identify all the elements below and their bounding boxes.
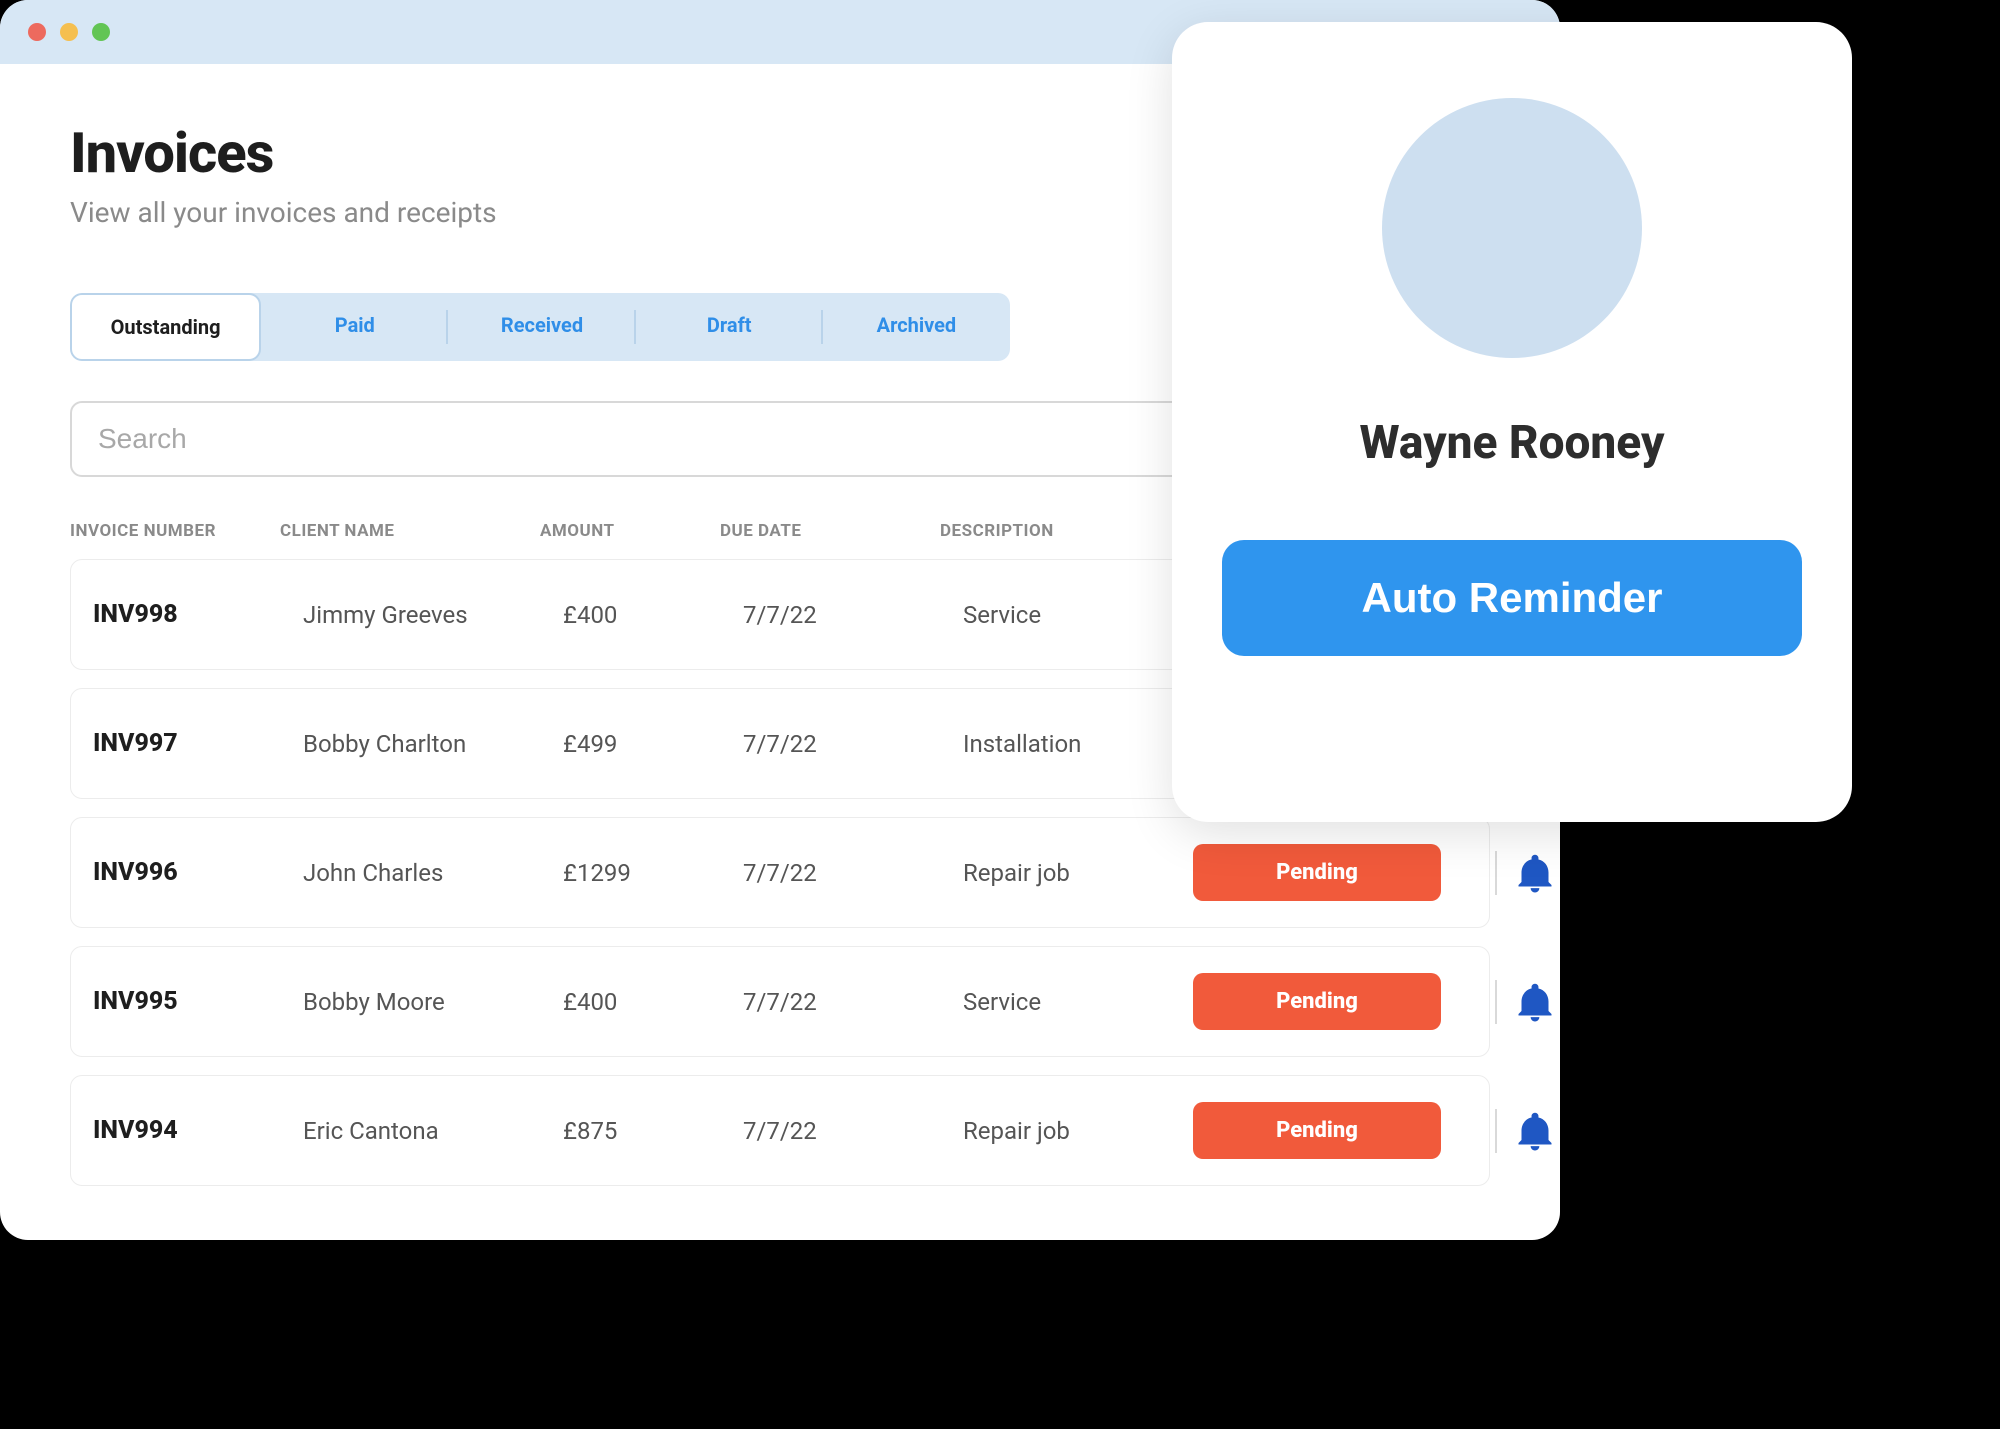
tab-outstanding[interactable]: Outstanding [70, 293, 261, 361]
description: Service [963, 601, 1193, 629]
bell-icon[interactable] [1517, 1111, 1553, 1151]
client-name: Eric Cantona [303, 1117, 563, 1145]
description: Service [963, 988, 1193, 1016]
status-badge[interactable]: Pending [1193, 1102, 1441, 1159]
client-name: Bobby Charlton [303, 730, 563, 758]
due-date: 7/7/22 [743, 1117, 963, 1145]
invoice-number: INV996 [93, 858, 303, 887]
client-name: John Charles [303, 859, 563, 887]
window-minimize-button[interactable] [60, 23, 78, 41]
description: Installation [963, 730, 1193, 758]
profile-card: Wayne Rooney Auto Reminder [1172, 22, 1852, 822]
tabs-container: Outstanding Paid Received Draft Archived [70, 293, 1010, 361]
tab-received[interactable]: Received [448, 293, 635, 361]
window-maximize-button[interactable] [92, 23, 110, 41]
divider [1495, 851, 1497, 895]
due-date: 7/7/22 [743, 859, 963, 887]
description: Repair job [963, 1117, 1193, 1145]
bell-icon[interactable] [1517, 853, 1553, 893]
amount: £499 [563, 730, 743, 758]
status-badge[interactable]: Pending [1193, 844, 1441, 901]
col-due-date: DUE DATE [720, 521, 940, 541]
tab-paid[interactable]: Paid [261, 293, 448, 361]
divider [1495, 980, 1497, 1024]
table-row[interactable]: INV996 John Charles £1299 7/7/22 Repair … [70, 817, 1490, 928]
divider [1495, 1109, 1497, 1153]
col-invoice-number: INVOICE NUMBER [70, 521, 280, 541]
avatar [1382, 98, 1642, 358]
invoice-number: INV994 [93, 1116, 303, 1145]
description: Repair job [963, 859, 1193, 887]
window-close-button[interactable] [28, 23, 46, 41]
invoice-number: INV995 [93, 987, 303, 1016]
client-name: Jimmy Greeves [303, 601, 563, 629]
table-row[interactable]: INV995 Bobby Moore £400 7/7/22 Service P… [70, 946, 1490, 1057]
status-badge[interactable]: Pending [1193, 973, 1441, 1030]
amount: £875 [563, 1117, 743, 1145]
auto-reminder-button[interactable]: Auto Reminder [1222, 540, 1802, 656]
col-client-name: CLIENT NAME [280, 521, 540, 541]
invoice-number: INV998 [93, 600, 303, 629]
due-date: 7/7/22 [743, 988, 963, 1016]
amount: £1299 [563, 859, 743, 887]
due-date: 7/7/22 [743, 730, 963, 758]
tab-archived[interactable]: Archived [823, 293, 1010, 361]
amount: £400 [563, 601, 743, 629]
profile-name: Wayne Rooney [1360, 416, 1665, 470]
table-row[interactable]: INV994 Eric Cantona £875 7/7/22 Repair j… [70, 1075, 1490, 1186]
invoice-number: INV997 [93, 729, 303, 758]
tab-draft[interactable]: Draft [636, 293, 823, 361]
amount: £400 [563, 988, 743, 1016]
col-description: DESCRIPTION [940, 521, 1170, 541]
client-name: Bobby Moore [303, 988, 563, 1016]
due-date: 7/7/22 [743, 601, 963, 629]
bell-icon[interactable] [1517, 982, 1553, 1022]
col-amount: AMOUNT [540, 521, 720, 541]
